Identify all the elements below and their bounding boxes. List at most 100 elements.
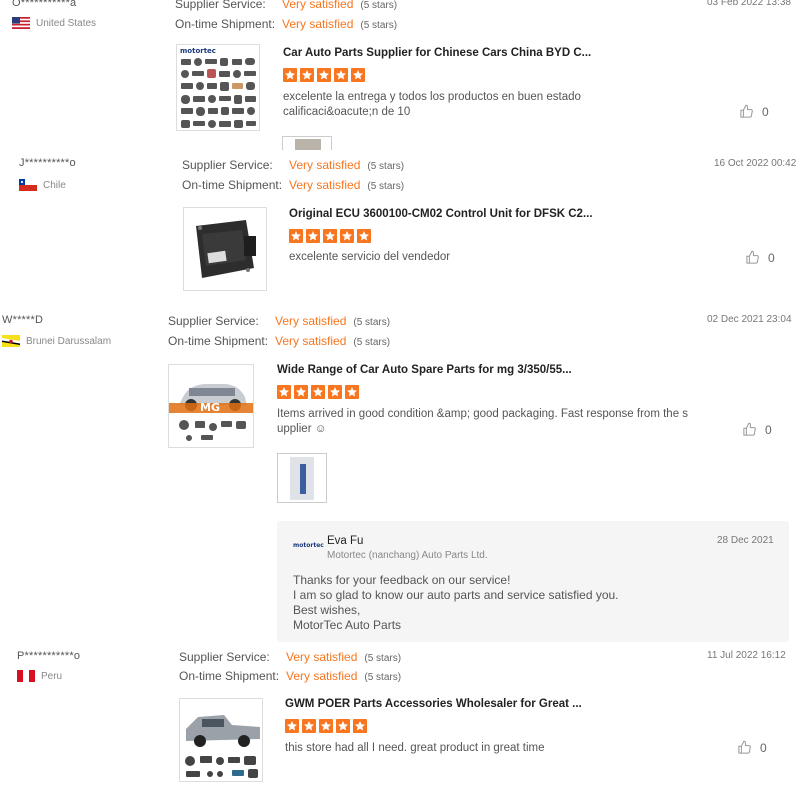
star-icon xyxy=(317,68,331,82)
product-thumbnail[interactable] xyxy=(183,207,267,291)
country-name: United States xyxy=(36,17,97,29)
ecu-unit-image xyxy=(196,220,256,278)
star-icon xyxy=(283,68,297,82)
buyer-name: P***********o xyxy=(17,650,81,662)
pickup-truck-parts-image xyxy=(185,715,260,778)
flag-cl-icon xyxy=(19,179,37,191)
supplier-service-stars: (5 stars) xyxy=(353,317,391,328)
buyer-name: O***********a xyxy=(12,0,77,9)
thumbs-up-icon xyxy=(743,422,756,436)
buyer-country: United States xyxy=(12,17,96,29)
star-icon xyxy=(340,229,354,243)
rating-stars xyxy=(277,385,359,399)
flag-pe-icon xyxy=(17,670,35,682)
star-icon xyxy=(294,385,308,399)
supplier-service-label: Supplier Service: xyxy=(179,650,270,664)
shipment-stars: (5 stars) xyxy=(364,672,402,683)
like-count: 0 xyxy=(762,104,769,119)
product-title-link[interactable]: Car Auto Parts Supplier for Chinese Cars… xyxy=(283,47,591,59)
shipment-row: On-time Shipment: Very satisfied (5 star… xyxy=(175,17,397,31)
like-count: 0 xyxy=(765,422,772,437)
shipment-row: On-time Shipment: Very satisfied (5 star… xyxy=(182,178,404,192)
shipment-value: Very satisfied xyxy=(275,334,347,348)
shipment-value: Very satisfied xyxy=(282,17,354,31)
shipment-stars: (5 stars) xyxy=(360,20,398,31)
like-button[interactable]: 0 xyxy=(745,250,775,265)
like-button[interactable]: 0 xyxy=(742,422,772,437)
review-date: 02 Dec 2021 23:04 xyxy=(707,314,792,325)
star-icon xyxy=(311,385,325,399)
like-button[interactable]: 0 xyxy=(739,104,769,119)
thumbs-up-icon xyxy=(746,250,759,264)
star-icon xyxy=(353,719,367,733)
buyer-country: Peru xyxy=(17,670,62,682)
shipment-row: On-time Shipment: Very satisfied (5 star… xyxy=(168,334,390,348)
rating-stars xyxy=(289,229,371,243)
flag-bn-icon xyxy=(2,335,20,347)
shipment-stars: (5 stars) xyxy=(353,337,391,348)
review-attachment-thumb[interactable] xyxy=(282,136,332,150)
country-name: Brunei Darussalam xyxy=(26,335,112,347)
supplier-service-row: Supplier Service: Very satisfied (5 star… xyxy=(182,158,404,172)
star-icon xyxy=(328,385,342,399)
product-thumbnail[interactable]: MG xyxy=(168,364,254,448)
supplier-service-value: Very satisfied xyxy=(282,0,354,11)
reply-text-line: MotorTec Auto Parts xyxy=(293,618,402,632)
review-date: 16 Oct 2022 00:42 xyxy=(714,158,797,169)
star-icon xyxy=(351,68,365,82)
product-title-link[interactable]: Original ECU 3600100-CM02 Control Unit f… xyxy=(289,208,593,220)
product-title-link[interactable]: Wide Range of Car Auto Spare Parts for m… xyxy=(277,364,572,376)
star-icon xyxy=(357,229,371,243)
star-icon xyxy=(285,719,299,733)
review-date: 11 Jul 2022 16:12 xyxy=(707,650,786,661)
shipment-label: On-time Shipment: xyxy=(168,334,269,348)
review-card: W*****D Brunei Darussalam Supplier Servi… xyxy=(0,308,800,643)
country-name: Chile xyxy=(43,179,66,191)
reply-text-line: Best wishes, xyxy=(293,603,361,617)
thumbs-up-icon xyxy=(738,740,751,754)
product-thumbnail[interactable]: motortec xyxy=(176,44,260,131)
shipment-stars: (5 stars) xyxy=(367,181,405,192)
supplier-service-label: Supplier Service: xyxy=(175,0,266,11)
shipment-value: Very satisfied xyxy=(289,178,361,192)
supplier-service-value: Very satisfied xyxy=(275,314,347,328)
seller-reply: motortec Eva Fu Motortec (nanchang) Auto… xyxy=(277,521,789,642)
star-icon xyxy=(289,229,303,243)
product-title-link[interactable]: GWM POER Parts Accessories Wholesaler fo… xyxy=(285,698,582,710)
shipment-row: On-time Shipment: Very satisfied (5 star… xyxy=(179,669,401,683)
buyer-country: Brunei Darussalam xyxy=(2,335,111,347)
review-attachment-thumb[interactable] xyxy=(277,453,327,503)
star-icon xyxy=(345,385,359,399)
shipment-value: Very satisfied xyxy=(286,669,358,683)
thumbs-up-icon xyxy=(740,104,753,118)
supplier-service-row: Supplier Service: Very satisfied (5 star… xyxy=(179,650,401,664)
star-icon xyxy=(319,719,333,733)
supplier-service-stars: (5 stars) xyxy=(360,0,398,11)
review-text-line: excelente la entrega y todos los product… xyxy=(283,91,581,103)
supplier-service-stars: (5 stars) xyxy=(367,161,405,172)
reply-company-name: Motortec (nanchang) Auto Parts Ltd. xyxy=(327,550,488,561)
star-icon xyxy=(306,229,320,243)
buyer-name: W*****D xyxy=(2,314,44,326)
review-text: excelente la entrega y todos los product… xyxy=(283,90,581,120)
reply-text-line: I am so glad to know our auto parts and … xyxy=(293,588,619,602)
product-thumbnail[interactable] xyxy=(179,698,263,782)
review-text-line: calificaci&oacute;n de 10 xyxy=(283,106,411,118)
like-count: 0 xyxy=(760,740,767,755)
rating-stars xyxy=(283,68,365,82)
supplier-service-value: Very satisfied xyxy=(286,650,358,664)
shipment-label: On-time Shipment: xyxy=(182,178,283,192)
country-name: Peru xyxy=(41,670,63,682)
supplier-service-stars: (5 stars) xyxy=(364,653,402,664)
supplier-service-value: Very satisfied xyxy=(289,158,361,172)
star-icon xyxy=(336,719,350,733)
review-card: O***********a United States Supplier Ser… xyxy=(0,0,800,150)
reply-author-name: Eva Fu xyxy=(327,535,364,547)
like-button[interactable]: 0 xyxy=(737,740,767,755)
supplier-service-label: Supplier Service: xyxy=(182,158,273,172)
reply-date: 28 Dec 2021 xyxy=(717,535,774,546)
review-card: J**********o Chile Supplier Service: Ver… xyxy=(0,152,800,302)
star-icon xyxy=(277,385,291,399)
review-card: P***********o Peru Supplier Service: Ver… xyxy=(0,644,800,800)
rating-stars xyxy=(285,719,367,733)
